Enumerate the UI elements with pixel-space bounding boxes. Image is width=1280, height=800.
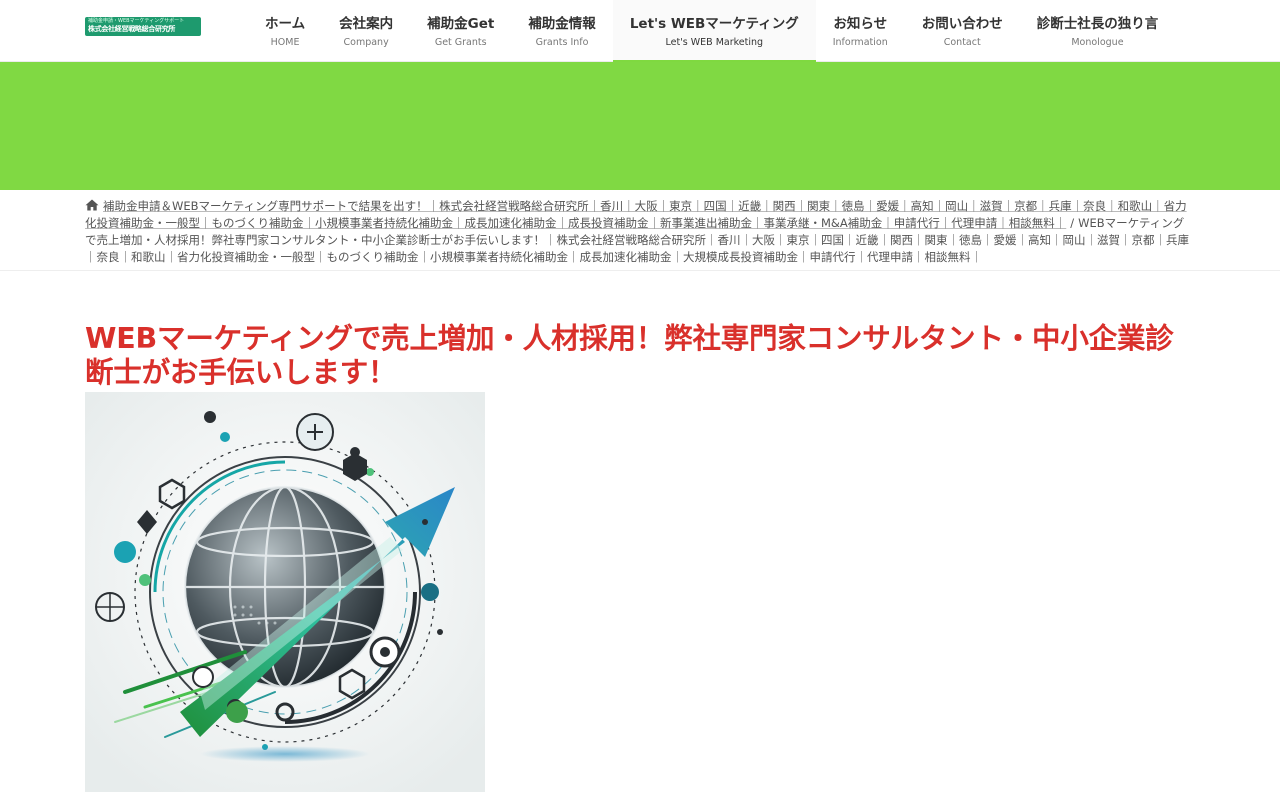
logo-company-name: 株式会社経営戦略総合研究所 (88, 25, 176, 33)
hero-banner (0, 62, 1280, 190)
global-nav: ホーム HOME 会社案内 Company 補助金Get Get Grants … (248, 0, 1175, 62)
home-icon (85, 199, 99, 211)
breadcrumb-home-link[interactable]: 補助金申請＆WEBマーケティング専門サポートで結果を出す！｜株式会社経営戦略総合… (85, 199, 1187, 230)
nav-item-label: Let's WEBマーケティング (629, 16, 799, 32)
nav-item-sublabel: Let's WEB Marketing (665, 37, 764, 48)
breadcrumb: 補助金申請＆WEBマーケティング専門サポートで結果を出す！｜株式会社経営戦略総合… (85, 198, 1195, 266)
nav-item-label: お知らせ (833, 16, 888, 32)
nav-item-sublabel: Contact (943, 37, 981, 48)
nav-item-sublabel: Company (343, 37, 389, 48)
nav-item-label: お問い合わせ (921, 16, 1003, 32)
nav-item-label: 補助金Get (427, 16, 495, 32)
site-header: 補助金申請・WEBマーケティングサポート 株式会社経営戦略総合研究所 ホーム H… (0, 0, 1280, 62)
site-logo[interactable]: 補助金申請・WEBマーケティングサポート 株式会社経営戦略総合研究所 (85, 17, 201, 36)
content-divider (0, 270, 1280, 271)
nav-item-contact[interactable]: お問い合わせ Contact (905, 0, 1020, 62)
breadcrumb-separator: / (1070, 216, 1075, 230)
nav-item-grants-info[interactable]: 補助金情報 Grants Info (511, 0, 613, 62)
nav-item-sublabel: Get Grants (434, 37, 487, 48)
globe-growth-illustration (85, 392, 485, 792)
featured-image (85, 392, 485, 792)
nav-item-sublabel: Monologue (1071, 37, 1124, 48)
nav-item-home[interactable]: ホーム HOME (248, 0, 322, 62)
nav-item-company[interactable]: 会社案内 Company (322, 0, 410, 62)
nav-item-get-grants[interactable]: 補助金Get Get Grants (410, 0, 511, 62)
page-title: WEBマーケティングで売上増加・人材採用！弊社専門家コンサルタント・中小企業診断… (85, 322, 1174, 389)
nav-item-web-marketing[interactable]: Let's WEBマーケティング Let's WEB Marketing (612, 0, 816, 62)
nav-item-information[interactable]: お知らせ Information (816, 0, 905, 62)
nav-item-sublabel: Grants Info (535, 37, 589, 48)
nav-item-label: 補助金情報 (528, 16, 596, 32)
nav-item-label: 会社案内 (339, 16, 394, 32)
logo-tagline: 補助金申請・WEBマーケティングサポート (88, 18, 185, 24)
nav-item-label: 診断士社長の独り言 (1036, 16, 1159, 32)
nav-item-sublabel: Information (832, 37, 888, 48)
nav-item-monologue[interactable]: 診断士社長の独り言 Monologue (1020, 0, 1176, 62)
nav-item-sublabel: HOME (270, 37, 300, 48)
nav-item-label: ホーム (265, 16, 306, 32)
